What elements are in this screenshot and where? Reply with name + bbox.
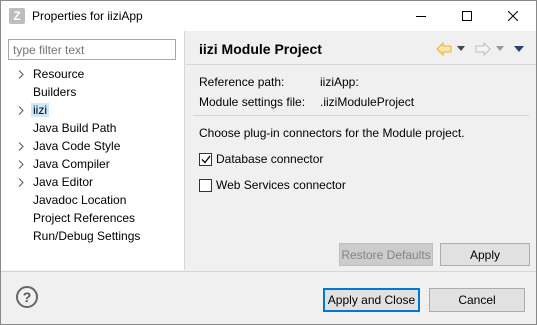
help-button[interactable]: ? [16, 286, 38, 308]
close-button[interactable] [490, 1, 536, 31]
apply-button[interactable]: Apply [440, 243, 530, 266]
back-button[interactable] [436, 41, 452, 57]
view-menu-button[interactable] [514, 41, 524, 57]
dialog-footer: ? Apply and Close Cancel [1, 271, 536, 324]
forward-button[interactable] [475, 41, 491, 57]
tree-item-label: Java Build Path [33, 121, 117, 135]
tree-item[interactable]: Builders [1, 83, 184, 101]
tree-item[interactable]: Java Editor [1, 173, 184, 191]
forward-menu-button[interactable] [496, 41, 504, 57]
tree-item-label: Resource [33, 67, 85, 81]
app-icon: Z [9, 8, 25, 24]
tree-item-label: Project References [33, 211, 136, 225]
tree-item-label: Java Code Style [33, 139, 121, 153]
tree-item[interactable]: Java Code Style [1, 137, 184, 155]
expand-arrow-icon[interactable] [16, 173, 26, 191]
expand-arrow-icon[interactable] [16, 65, 26, 83]
cancel-button[interactable]: Cancel [429, 288, 525, 312]
reference-path-label: Reference path: [199, 75, 285, 89]
minimize-icon [416, 16, 426, 17]
title-bar[interactable]: Z Properties for iiziApp [1, 1, 536, 31]
property-page: iizi Module Project Reference path: iizi… [186, 31, 536, 270]
chevron-down-icon [457, 46, 465, 51]
tree-item-label: Builders [33, 85, 77, 99]
page-title: iizi Module Project [199, 41, 322, 57]
expand-arrow-icon[interactable] [16, 101, 26, 119]
separator [193, 115, 529, 116]
web-services-connector-checkbox[interactable]: Web Services connector [199, 177, 346, 193]
tree-item[interactable]: Java Compiler [1, 155, 184, 173]
chevron-down-icon [496, 46, 504, 51]
checkbox-box[interactable] [199, 152, 212, 166]
checkbox-label: Database connector [216, 152, 324, 166]
properties-dialog: Z Properties for iiziApp Resource Builder… [0, 0, 537, 325]
back-menu-button[interactable] [457, 41, 465, 57]
tree-item-label: Java Editor [33, 175, 94, 189]
maximize-button[interactable] [444, 1, 490, 31]
filter-input[interactable] [8, 39, 176, 60]
window-title: Properties for iiziApp [32, 9, 143, 23]
navigation-panel: Resource Builders iizi Java Build Path Java … [1, 31, 185, 270]
tree-item-label: Run/Debug Settings [33, 229, 141, 243]
expand-arrow-icon[interactable] [16, 155, 26, 173]
forward-arrow-icon [475, 42, 491, 56]
tree-item[interactable]: Java Build Path [1, 119, 184, 137]
database-connector-checkbox[interactable]: Database connector [199, 151, 323, 167]
checkbox-box[interactable] [199, 178, 212, 192]
minimize-button[interactable] [398, 1, 444, 31]
help-icon: ? [22, 289, 32, 305]
restore-defaults-button[interactable]: Restore Defaults [339, 243, 433, 266]
tree-item-label: Javadoc Location [33, 193, 127, 207]
module-settings-value: .iiziModuleProject [320, 95, 415, 109]
tree-item[interactable]: Project References [1, 209, 184, 227]
checkbox-label: Web Services connector [216, 178, 346, 192]
tree-item-label: iizi [31, 103, 49, 117]
module-settings-label: Module settings file: [199, 95, 306, 109]
tree-item[interactable]: Run/Debug Settings [1, 227, 184, 245]
property-tree: Resource Builders iizi Java Build Path Java … [1, 65, 184, 245]
apply-and-close-button[interactable]: Apply and Close [323, 288, 420, 312]
tree-item[interactable]: iizi [1, 101, 184, 119]
checkmark-icon [201, 155, 211, 163]
tree-item[interactable]: Resource [1, 65, 184, 83]
connectors-description: Choose plug-in connectors for the Module… [199, 126, 465, 140]
tree-item-label: Java Compiler [33, 157, 110, 171]
close-icon [508, 11, 518, 21]
page-header: iizi Module Project [186, 31, 536, 65]
expand-arrow-icon[interactable] [16, 137, 26, 155]
tree-item[interactable]: Javadoc Location [1, 191, 184, 209]
view-menu-icon [514, 45, 524, 52]
reference-path-value: iiziApp: [320, 75, 359, 89]
back-arrow-icon [436, 42, 452, 56]
maximize-icon [462, 11, 472, 21]
